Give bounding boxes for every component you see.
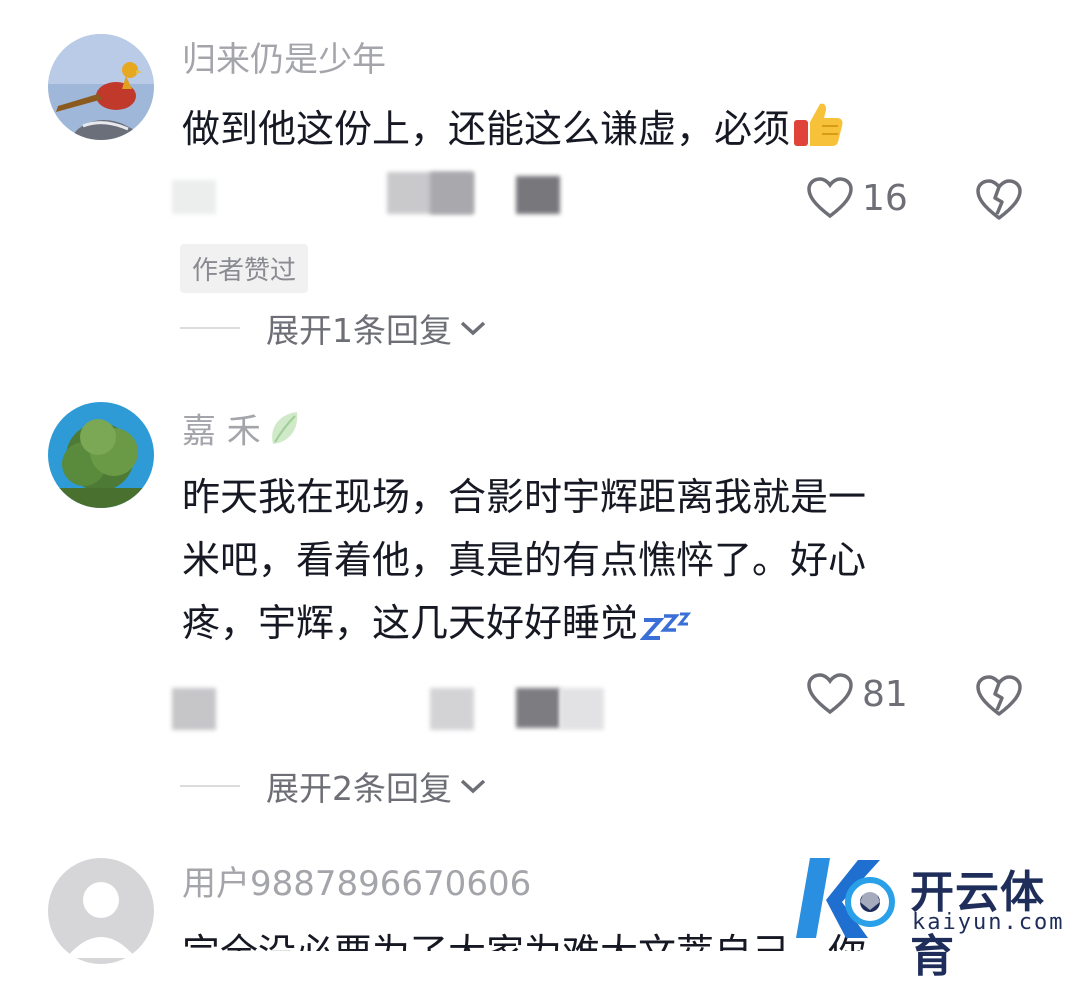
dislike-button[interactable]: [975, 178, 1023, 226]
comment-text: 做到他这份上，还能这么谦虚，必须: [182, 98, 1012, 169]
username[interactable]: 用户9887896670606: [182, 864, 531, 905]
expand-replies-button[interactable]: 展开2条回复: [180, 762, 488, 810]
like-button[interactable]: 16: [806, 176, 908, 220]
avatar[interactable]: [48, 858, 154, 964]
tree-avatar-image: [48, 402, 154, 508]
zzz-icon: [639, 600, 692, 663]
comment-text-line: 疼，宇辉，这几天好好睡觉: [182, 601, 639, 645]
blurred-meta: [172, 686, 652, 734]
username-text: 嘉 禾: [182, 411, 261, 452]
comment-text-line: 昨天我在现场，合影时宇辉距离我就是一: [182, 475, 867, 519]
divider: [180, 327, 240, 329]
avatar[interactable]: [48, 34, 154, 140]
broken-heart-icon: [976, 179, 1022, 220]
comment-text: 昨天我在现场，合影时宇辉距离我就是一 米吧，看着他，真是的有点憔悴了。好心 疼，…: [182, 466, 1012, 663]
expand-replies-label: 展开2条回复: [266, 769, 452, 808]
avatar[interactable]: [48, 402, 154, 508]
thumbs-up-icon: [792, 98, 844, 169]
chevron-down-icon: [460, 779, 486, 794]
author-liked-badge: 作者赞过: [180, 244, 309, 293]
blurred-meta: [172, 172, 652, 220]
default-user-avatar-icon: [48, 858, 154, 964]
like-count: 81: [862, 673, 908, 715]
leaf-icon: [267, 408, 301, 458]
comment-text-line: 米吧，看着他，真是的有点憔悴了。好心: [182, 538, 867, 582]
brand-watermark: 开云体育 kaiyun.com: [792, 848, 1080, 982]
dislike-button[interactable]: [975, 674, 1023, 722]
divider: [180, 785, 240, 787]
like-count: 16: [862, 177, 908, 219]
like-button[interactable]: 81: [806, 672, 908, 716]
chevron-down-icon: [460, 321, 486, 336]
username[interactable]: 嘉 禾: [182, 408, 301, 458]
comment-text-body: 做到他这份上，还能这么谦虚，必须: [182, 107, 791, 151]
expand-replies-label: 展开1条回复: [266, 311, 452, 350]
username[interactable]: 归来仍是少年: [182, 40, 386, 81]
expand-replies-button[interactable]: 展开1条回复: [180, 304, 488, 352]
brand-name-en: kaiyun.com: [912, 910, 1065, 935]
heart-icon: [807, 673, 853, 715]
heart-icon: [807, 177, 853, 219]
kaiyun-logo-icon: [796, 858, 895, 938]
broken-heart-icon: [976, 675, 1022, 716]
pheasant-avatar-image: [48, 34, 154, 140]
